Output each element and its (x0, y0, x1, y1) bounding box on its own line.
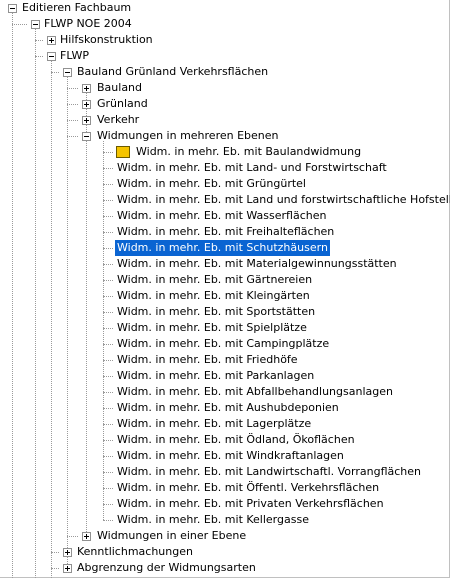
tree-leaf[interactable]: Widm. in mehr. Eb. mit Lagerplätze (115, 416, 313, 432)
tree-line (67, 104, 78, 105)
expand-icon[interactable] (82, 116, 91, 125)
tree-leaf[interactable]: Widm. in mehr. Eb. mit Ödland, Ökofläche… (115, 432, 357, 448)
expand-icon[interactable] (82, 532, 91, 541)
tree-leaf[interactable]: Widm. in mehr. Eb. mit Campingplätze (115, 336, 331, 352)
tree-line (103, 408, 113, 409)
tree-leaf[interactable]: Widm. in mehr. Eb. mit Grüngürtel (115, 176, 308, 192)
tree-line (103, 472, 113, 473)
tree-leaf[interactable]: Widm. in mehr. Eb. mit Gärtnereien (115, 272, 314, 288)
tree-line (35, 56, 43, 57)
collapse-icon[interactable] (63, 68, 72, 77)
tree-line (67, 120, 78, 121)
tree-line (103, 344, 113, 345)
tree-line (67, 77, 68, 568)
tree-line (103, 141, 104, 520)
tree-leaf[interactable]: Widm. in mehr. Eb. mit Baulandwidmung (134, 144, 363, 160)
tree-leaf[interactable]: Widm. in mehr. Eb. mit Parkanlagen (115, 368, 316, 384)
tree-line (103, 264, 113, 265)
tree-leaf[interactable]: Widm. in mehr. Eb. mit Landwirtschaftl. … (115, 464, 423, 480)
tree-leaf[interactable]: Widm. in mehr. Eb. mit Öffentl. Verkehrs… (115, 480, 381, 496)
tree-node-abgrenzung[interactable]: Abgrenzung der Widmungsarten (75, 560, 258, 576)
tree-line (103, 360, 113, 361)
tree-node-bauland[interactable]: Bauland (95, 80, 144, 96)
tree-line (103, 504, 113, 505)
tree-leaf[interactable]: Widm. in mehr. Eb. mit Materialgewinnung… (115, 256, 399, 272)
tree-line (103, 424, 113, 425)
tree-line (103, 232, 113, 233)
tree-line (103, 200, 113, 201)
tree-node-kenntlichmachungen[interactable]: Kenntlichmachungen (75, 544, 195, 560)
tree-leaf-selected[interactable]: Widm. in mehr. Eb. mit Schutzhäusern (115, 240, 330, 256)
tree-node-gruenland[interactable]: Grünland (95, 96, 150, 112)
tree-line (103, 376, 113, 377)
expand-icon[interactable] (82, 84, 91, 93)
tree-leaf[interactable]: Widm. in mehr. Eb. mit Spielplätze (115, 320, 309, 336)
tree-line (103, 392, 113, 393)
tree-line (103, 312, 113, 313)
tree-leaf[interactable]: Widm. in mehr. Eb. mit Privaten Verkehrs… (115, 496, 386, 512)
folder-icon (116, 146, 130, 158)
tree-leaf[interactable]: Widm. in mehr. Eb. mit Aushubdeponien (115, 400, 341, 416)
collapse-icon[interactable] (82, 132, 91, 141)
tree-node-hilfskonstruktion[interactable]: Hilfskonstruktion (58, 32, 155, 48)
tree-line (103, 216, 113, 217)
collapse-icon[interactable] (31, 20, 40, 29)
tree-node-flwp[interactable]: FLWP (58, 48, 91, 64)
tree-line (103, 520, 113, 521)
tree-leaf[interactable]: Widm. in mehr. Eb. mit Kellergasse (115, 512, 311, 528)
collapse-icon[interactable] (47, 52, 56, 61)
collapse-icon[interactable] (8, 4, 17, 13)
expand-icon[interactable] (82, 100, 91, 109)
tree-line (67, 136, 78, 137)
tree-line (67, 536, 78, 537)
tree-leaf[interactable]: Widm. in mehr. Eb. mit Sportstätten (115, 304, 317, 320)
expand-icon[interactable] (47, 36, 56, 45)
tree-leaf[interactable]: Widm. in mehr. Eb. mit Land und forstwir… (115, 192, 450, 208)
tree-leaf[interactable]: Widm. in mehr. Eb. mit Kleingärten (115, 288, 312, 304)
tree-node-root[interactable]: Editieren Fachbaum (20, 0, 133, 16)
tree-leaf[interactable]: Widm. in mehr. Eb. mit Land- und Forstwi… (115, 160, 389, 176)
tree-line (51, 72, 59, 73)
expand-icon[interactable] (63, 564, 72, 573)
tree-line (86, 93, 87, 536)
tree-line (67, 88, 78, 89)
tree-node-widmungen-einer[interactable]: Widmungen in einer Ebene (95, 528, 248, 544)
tree-node-flwp-noe[interactable]: FLWP NOE 2004 (42, 16, 134, 32)
expand-icon[interactable] (63, 548, 72, 557)
tree-line (103, 456, 113, 457)
tree-leaf[interactable]: Widm. in mehr. Eb. mit Abfallbehandlungs… (115, 384, 395, 400)
tree-node-widmungen-mehrere[interactable]: Widmungen in mehreren Ebenen (95, 128, 281, 144)
tree-leaf[interactable]: Widm. in mehr. Eb. mit Wasserflächen (115, 208, 328, 224)
tree-line (103, 280, 113, 281)
tree-leaf[interactable]: Widm. in mehr. Eb. mit Freihalteflächen (115, 224, 336, 240)
tree-line (12, 13, 13, 578)
tree-node-bauland-gruenland[interactable]: Bauland Grünland Verkehrsflächen (75, 64, 270, 80)
tree-line (12, 24, 27, 25)
tree-node-verkehr[interactable]: Verkehr (95, 112, 141, 128)
tree-line (103, 440, 113, 441)
tree-line (103, 328, 113, 329)
tree-line (51, 552, 59, 553)
tree-line (103, 184, 113, 185)
tree-line (35, 40, 43, 41)
tree-line (51, 568, 59, 569)
tree-leaf[interactable]: Widm. in mehr. Eb. mit Windkraftanlagen (115, 448, 346, 464)
tree-leaf[interactable]: Widm. in mehr. Eb. mit Friedhöfe (115, 352, 300, 368)
tree-line (103, 488, 113, 489)
tree-line (35, 29, 36, 578)
tree-line (103, 248, 113, 249)
tree-line (51, 61, 52, 578)
tree-panel: Editieren Fachbaum FLWP NOE 2004 Hilfsko… (0, 0, 450, 578)
tree-line (103, 296, 113, 297)
tree-line (103, 152, 113, 153)
tree-line (103, 168, 113, 169)
